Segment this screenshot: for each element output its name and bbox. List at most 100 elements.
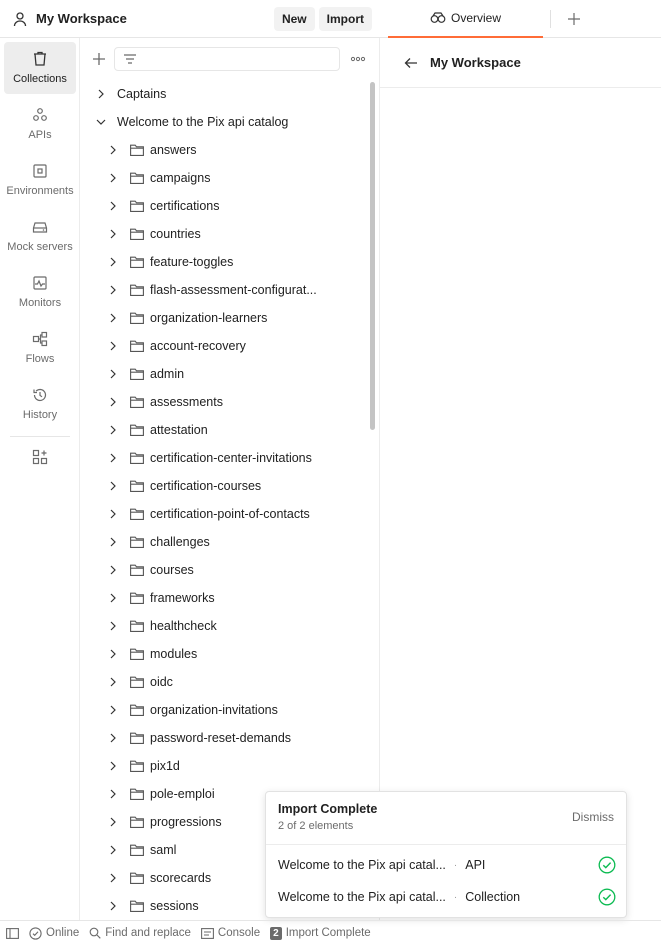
chevron-right-icon[interactable] — [94, 89, 108, 99]
find-replace-button[interactable]: Find and replace — [89, 927, 191, 939]
sidebar-item-collections[interactable]: Collections — [4, 42, 76, 94]
tab-bar: Overview — [380, 0, 661, 38]
folder-item[interactable]: oidc — [80, 668, 379, 696]
user-icon[interactable] — [12, 11, 28, 27]
chevron-right-icon[interactable] — [106, 649, 120, 659]
import-button[interactable]: Import — [318, 6, 372, 31]
online-status[interactable]: Online — [29, 926, 79, 940]
chevron-right-icon[interactable] — [106, 173, 120, 183]
folder-item[interactable]: certification-center-invitations — [80, 444, 379, 472]
folder-item[interactable]: challenges — [80, 528, 379, 556]
console-icon — [200, 927, 214, 939]
workspace-title[interactable]: My Workspace — [36, 11, 270, 26]
chevron-right-icon[interactable] — [106, 397, 120, 407]
chevron-right-icon[interactable] — [106, 873, 120, 883]
collections-icon — [32, 51, 48, 67]
folder-item[interactable]: certifications — [80, 192, 379, 220]
chevron-right-icon[interactable] — [106, 341, 120, 351]
folder-item[interactable]: organization-invitations — [80, 696, 379, 724]
chevron-right-icon[interactable] — [106, 705, 120, 715]
chevron-right-icon[interactable] — [106, 229, 120, 239]
sidebar-item-mock-servers[interactable]: Mock servers — [4, 210, 76, 262]
folder-item[interactable]: assessments — [80, 388, 379, 416]
chevron-right-icon[interactable] — [106, 845, 120, 855]
folder-icon — [130, 508, 144, 520]
folder-item[interactable]: organization-learners — [80, 304, 379, 332]
chevron-right-icon[interactable] — [106, 285, 120, 295]
folder-item[interactable]: account-recovery — [80, 332, 379, 360]
chevron-right-icon[interactable] — [106, 789, 120, 799]
folder-item[interactable]: pix1d — [80, 752, 379, 780]
new-tab-button[interactable] — [564, 9, 584, 29]
folder-icon — [130, 536, 144, 548]
chevron-right-icon[interactable] — [106, 565, 120, 575]
chevron-right-icon[interactable] — [106, 817, 120, 827]
collection-item[interactable]: Captains — [80, 80, 379, 108]
chevron-right-icon[interactable] — [106, 481, 120, 491]
folder-item[interactable]: password-reset-demands — [80, 724, 379, 752]
sidebar-item-history[interactable]: History — [4, 378, 76, 430]
console-button[interactable]: Console — [200, 927, 260, 939]
folder-icon — [130, 564, 144, 576]
chevron-right-icon[interactable] — [106, 313, 120, 323]
folder-icon — [130, 816, 144, 828]
overview-icon — [430, 12, 446, 24]
folder-item[interactable]: campaigns — [80, 164, 379, 192]
sidebar-item-label: Monitors — [18, 297, 62, 309]
sidebar-item-flows[interactable]: Flows — [4, 322, 76, 374]
folder-item[interactable]: countries — [80, 220, 379, 248]
chevron-right-icon[interactable] — [106, 733, 120, 743]
chevron-right-icon[interactable] — [106, 201, 120, 211]
folder-item[interactable]: modules — [80, 640, 379, 668]
sidebar-item-label: Flows — [25, 353, 55, 365]
folder-item[interactable]: certification-courses — [80, 472, 379, 500]
sidebar-item-apis[interactable]: APIs — [4, 98, 76, 150]
import-item-type: Collection — [465, 890, 521, 904]
chevron-right-icon[interactable] — [106, 453, 120, 463]
chevron-right-icon[interactable] — [106, 761, 120, 771]
folder-icon — [130, 788, 144, 800]
sidebar: Collections APIs Environments Mock serve… — [0, 38, 80, 920]
new-button[interactable]: New — [273, 6, 315, 31]
chevron-right-icon[interactable] — [106, 621, 120, 631]
chevron-right-icon[interactable] — [106, 509, 120, 519]
sidebar-item-label: History — [22, 409, 58, 421]
chevron-right-icon[interactable] — [106, 593, 120, 603]
chevron-right-icon[interactable] — [106, 369, 120, 379]
configure-sidebar-button[interactable] — [0, 449, 79, 465]
add-collection-button[interactable] — [92, 52, 106, 66]
toggle-sidebar-button[interactable] — [6, 927, 19, 939]
more-options-icon[interactable] — [350, 56, 366, 62]
scrollbar[interactable] — [370, 82, 375, 430]
sidebar-item-environments[interactable]: Environments — [4, 154, 76, 206]
folder-item[interactable]: flash-assessment-configurat... — [80, 276, 379, 304]
sidebar-item-label: Collections — [13, 73, 67, 85]
folder-icon — [130, 368, 144, 380]
chevron-right-icon[interactable] — [106, 145, 120, 155]
folder-item[interactable]: courses — [80, 556, 379, 584]
dismiss-button[interactable]: Dismiss — [572, 810, 614, 824]
filter-input[interactable] — [114, 47, 340, 71]
folder-item[interactable]: answers — [80, 136, 379, 164]
folder-item[interactable]: feature-toggles — [80, 248, 379, 276]
import-status-button[interactable]: 2 Import Complete — [270, 926, 371, 940]
folder-item[interactable]: healthcheck — [80, 612, 379, 640]
chevron-right-icon[interactable] — [106, 257, 120, 267]
folder-item[interactable]: attestation — [80, 416, 379, 444]
back-arrow-icon[interactable] — [404, 57, 418, 69]
folder-item[interactable]: frameworks — [80, 584, 379, 612]
folder-name: progressions — [150, 815, 222, 829]
chevron-right-icon[interactable] — [106, 677, 120, 687]
history-icon — [32, 387, 48, 403]
chevron-down-icon[interactable] — [94, 118, 108, 126]
collection-item[interactable]: Welcome to the Pix api catalog — [80, 108, 379, 136]
import-complete-toast: Import Complete 2 of 2 elements Dismiss … — [265, 791, 627, 918]
sidebar-item-monitors[interactable]: Monitors — [4, 266, 76, 318]
folder-item[interactable]: certification-point-of-contacts — [80, 500, 379, 528]
tab-overview[interactable]: Overview — [388, 0, 543, 38]
chevron-right-icon[interactable] — [106, 425, 120, 435]
chevron-right-icon[interactable] — [106, 901, 120, 911]
folder-item[interactable]: admin — [80, 360, 379, 388]
chevron-right-icon[interactable] — [106, 537, 120, 547]
import-item-name: Welcome to the Pix api catal... — [278, 858, 446, 872]
